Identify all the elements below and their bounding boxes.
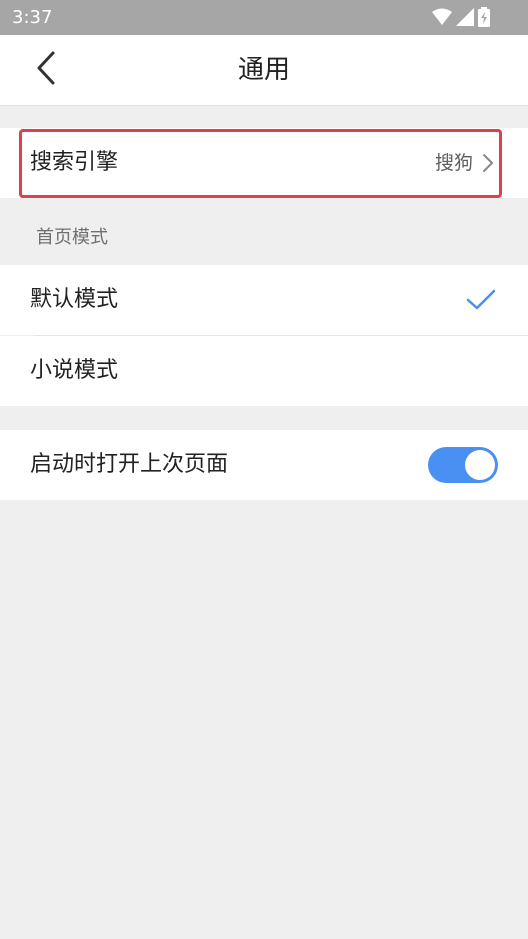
home-mode-section-title: 首页模式 (36, 227, 108, 248)
signal-icon (452, 8, 474, 26)
home-mode-option-default[interactable]: 默认模式 (0, 265, 528, 335)
chevron-left-icon (36, 51, 56, 89)
search-engine-row[interactable]: 搜索引擎 搜狗 (0, 128, 528, 198)
startup-restore-row: 启动时打开上次页面 (0, 430, 528, 500)
status-time: 3:37 (12, 7, 53, 28)
battery-charging-icon (474, 7, 490, 27)
search-engine-label: 搜索引擎 (30, 150, 119, 175)
search-engine-value: 搜狗 (434, 152, 473, 174)
header-bar: 通用 (0, 35, 528, 106)
back-button[interactable] (24, 48, 68, 92)
startup-restore-label: 启动时打开上次页面 (30, 452, 229, 477)
home-mode-option-label: 默认模式 (30, 287, 119, 312)
status-bar: 3:37 (0, 0, 528, 35)
toggle-knob (465, 450, 495, 480)
page-title: 通用 (237, 55, 290, 85)
home-mode-option-label: 小说模式 (30, 358, 119, 383)
home-mode-option-novel[interactable]: 小说模式 (0, 336, 528, 406)
startup-restore-toggle[interactable] (428, 447, 498, 483)
chevron-right-icon (482, 153, 494, 177)
wifi-icon (428, 8, 452, 26)
checkmark-icon (466, 289, 496, 315)
status-icons (428, 7, 490, 27)
